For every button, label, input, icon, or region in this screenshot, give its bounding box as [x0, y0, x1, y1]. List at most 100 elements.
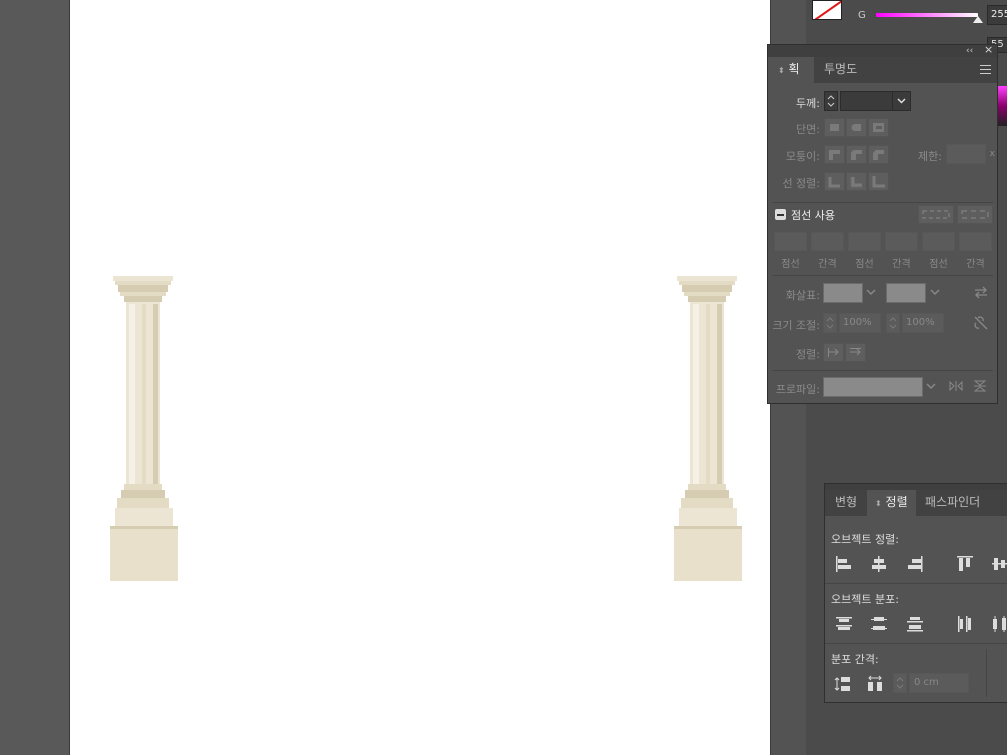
stroke-swatch-none[interactable]: [812, 0, 842, 20]
dash-2-input[interactable]: [848, 232, 881, 251]
close-icon[interactable]: ×: [984, 44, 993, 56]
color-ramp[interactable]: [997, 86, 1007, 126]
align-stroke-label: 선 정렬:: [782, 177, 820, 190]
chevron-down-icon[interactable]: [864, 285, 878, 302]
panel-titlebar[interactable]: [768, 45, 997, 57]
link-scale-icon[interactable]: [973, 315, 989, 334]
tab-transparency[interactable]: 투명도: [814, 57, 867, 83]
dash-2-label: 점선: [855, 259, 874, 270]
scale-end-input[interactable]: 100%: [902, 313, 944, 333]
channel-value-field[interactable]: 255: [987, 5, 1007, 25]
g-channel-slider[interactable]: [876, 13, 978, 17]
distribute-bottom-icon[interactable]: [906, 615, 924, 633]
arrowheads-label: 화살표:: [785, 289, 820, 302]
tab-align[interactable]: ⬍ 정렬: [867, 490, 916, 516]
align-tabbar: 변형 ⬍ 정렬 패스파인더: [825, 490, 1007, 516]
column-right[interactable]: [669, 270, 747, 585]
align-left-icon[interactable]: [835, 555, 853, 573]
dashed-line-checkbox[interactable]: [775, 209, 786, 220]
dashed-line-label: 점선 사용: [791, 209, 835, 222]
profile-select[interactable]: [823, 377, 923, 397]
distribute-objects-label: 오브젝트 분포:: [831, 593, 899, 606]
panel-menu-icon[interactable]: [980, 65, 991, 74]
weight-stepper[interactable]: [824, 91, 838, 111]
projecting-cap-icon[interactable]: [868, 118, 889, 137]
weight-label: 두께:: [796, 97, 820, 110]
butt-cap-icon[interactable]: [824, 118, 845, 137]
distribute-horizontal-center-icon[interactable]: [991, 615, 1007, 633]
weight-input[interactable]: [840, 91, 894, 111]
column-left[interactable]: [105, 270, 183, 585]
preserve-dash-icon[interactable]: [918, 205, 954, 224]
limit-label: 제한:: [918, 150, 942, 163]
round-cap-icon[interactable]: [846, 118, 867, 137]
stroke-panel: ‹‹ × ⬍ 획 투명도 두께: 단면: 모퉁이: 제한: x 선 정렬: 점선…: [767, 44, 998, 404]
scale-start-stepper[interactable]: [823, 313, 837, 333]
channel-label: G: [858, 10, 866, 21]
align-objects-label: 오브젝트 정렬:: [831, 533, 899, 546]
slider-thumb-icon[interactable]: [973, 16, 983, 23]
stroke-tabbar: ⬍ 획 투명도: [768, 57, 997, 83]
round-join-icon[interactable]: [846, 145, 867, 164]
distribute-spacing-label: 분포 간격:: [831, 653, 879, 666]
tab-stroke-label: 획: [788, 62, 800, 76]
align-label: 정렬:: [796, 348, 820, 361]
dash-1-label: 점선: [781, 259, 800, 270]
align-horizontal-center-icon[interactable]: [870, 555, 888, 573]
distribute-vertical-center-icon[interactable]: [870, 615, 888, 633]
gap-3-label: 간격: [966, 259, 985, 270]
align-dash-corners-icon[interactable]: [957, 205, 993, 224]
dash-3-label: 점선: [929, 259, 948, 270]
gap-3-input[interactable]: [959, 232, 992, 251]
vertical-distribute-space-icon[interactable]: [834, 675, 852, 693]
align-right-icon[interactable]: [906, 555, 924, 573]
gap-2-label: 간격: [892, 259, 911, 270]
spacing-stepper[interactable]: [893, 673, 907, 693]
limit-suffix: x: [989, 149, 995, 159]
align-stroke-outside-icon[interactable]: [868, 172, 889, 191]
gap-1-input[interactable]: [811, 232, 844, 251]
scale-label: 크기 조절:: [772, 319, 820, 332]
distribute-top-icon[interactable]: [835, 615, 853, 633]
gap-2-input[interactable]: [885, 232, 918, 251]
separator: [986, 649, 987, 697]
arrow-beyond-end-icon[interactable]: [823, 343, 844, 362]
align-panel: 변형 ⬍ 정렬 패스파인더 오브젝트 정렬: 오브젝트 분포: 분포 간격: 0…: [824, 483, 1007, 703]
align-stroke-inside-icon[interactable]: [846, 172, 867, 191]
align-vertical-center-icon[interactable]: [991, 555, 1007, 573]
cap-label: 단면:: [796, 123, 820, 136]
start-arrowhead-select[interactable]: [823, 283, 863, 303]
tab-stroke[interactable]: ⬍ 획: [768, 57, 814, 83]
align-stroke-center-icon[interactable]: [824, 172, 845, 191]
chevron-down-icon[interactable]: [928, 285, 942, 302]
corner-label: 모퉁이:: [785, 150, 820, 163]
collapse-icon[interactable]: ‹‹: [966, 45, 973, 57]
align-top-icon[interactable]: [956, 555, 974, 573]
flip-horizontal-icon[interactable]: [948, 379, 964, 396]
chevron-down-icon[interactable]: [924, 379, 938, 396]
artboard-edge-left: [69, 0, 70, 755]
scale-end-stepper[interactable]: [886, 313, 900, 333]
tab-transform[interactable]: 변형: [827, 490, 865, 516]
swap-arrowheads-icon[interactable]: [973, 285, 989, 302]
profile-label: 프로파일:: [775, 383, 820, 396]
scale-start-input[interactable]: 100%: [839, 313, 881, 333]
horizontal-distribute-space-icon[interactable]: [866, 675, 884, 693]
tab-transform-label: 변형: [835, 495, 858, 509]
gap-1-label: 간격: [818, 259, 837, 270]
separator: [825, 583, 1007, 584]
tab-pathfinder[interactable]: 패스파인더: [917, 490, 988, 516]
tab-pathfinder-label: 패스파인더: [925, 495, 981, 509]
distribute-left-icon[interactable]: [956, 615, 974, 633]
bevel-join-icon[interactable]: [868, 145, 889, 164]
dash-3-input[interactable]: [922, 232, 955, 251]
end-arrowhead-select[interactable]: [886, 283, 926, 303]
dash-1-input[interactable]: [774, 232, 807, 251]
spacing-input[interactable]: 0 cm: [909, 673, 969, 693]
miter-join-icon[interactable]: [824, 145, 845, 164]
tab-transparency-label: 투명도: [824, 62, 858, 76]
weight-dropdown[interactable]: [892, 91, 911, 111]
limit-input[interactable]: [946, 144, 986, 164]
flip-vertical-icon[interactable]: [972, 379, 988, 396]
arrow-at-end-icon[interactable]: [845, 343, 866, 362]
